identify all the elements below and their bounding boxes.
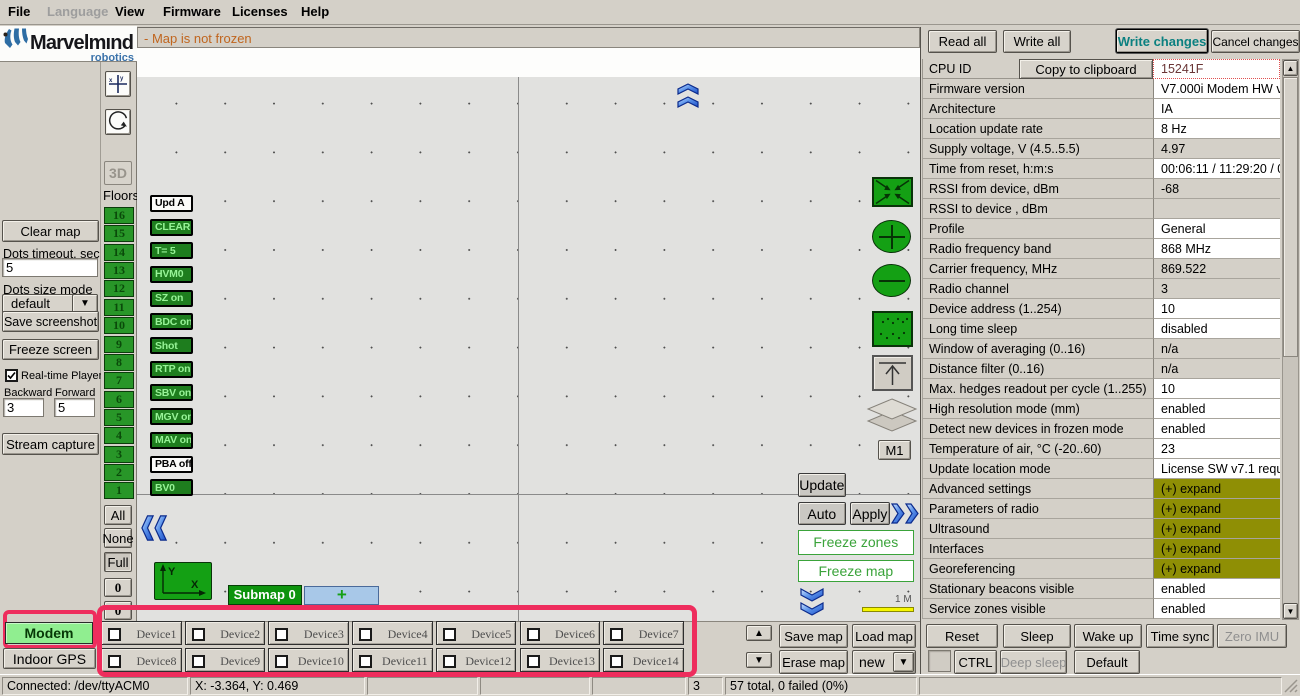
svg-text:x: x xyxy=(109,78,113,84)
svg-text:X: X xyxy=(191,579,199,591)
svg-text:y: y xyxy=(120,76,124,82)
svg-text:Y: Y xyxy=(168,566,176,578)
